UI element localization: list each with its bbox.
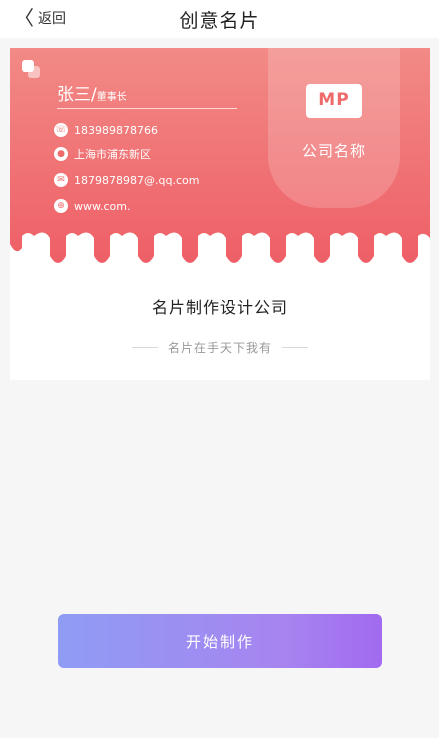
slogan-divider-left [131, 346, 158, 348]
slogan-divider-right [282, 346, 308, 348]
website-row: ⊕ www.com. [54, 198, 130, 214]
address-text: 上海市浦东新区 [74, 148, 151, 161]
globe-icon: ⊕ [54, 199, 68, 213]
start-making-label: 开始制作 [185, 632, 254, 651]
card-company-title: 名片制作设计公司 [151, 298, 288, 317]
slogan-text: 名片在手天下我有 [167, 340, 272, 355]
business-card-preview[interactable]: MP 公司名称 张三/董事长 ☏ 183989878766 ● 上海市浦东新区 … [10, 48, 430, 380]
top-nav-bar: 〈 返回 创意名片 [0, 0, 439, 38]
email-icon: ✉ [54, 173, 68, 187]
start-making-button[interactable]: 开始制作 [58, 614, 382, 668]
phone-row: ☏ 183989878766 [54, 122, 158, 138]
email-row: ✉ 1879878987@.qq.com [54, 172, 199, 188]
company-logo: MP [306, 84, 362, 118]
person-title: 董事长 [96, 92, 127, 103]
email-text: 1879878987@.qq.com [74, 173, 200, 187]
logo-panel [268, 48, 400, 208]
page-title: 创意名片 [179, 10, 260, 32]
slogan-row: 名片在手天下我有 [10, 338, 430, 356]
address-row: ● 上海市浦东新区 [54, 146, 151, 162]
phone-icon: ☏ [54, 123, 68, 137]
website-text: www.com. [74, 199, 131, 213]
name-divider [57, 108, 237, 109]
person-name-line: 张三/董事长 [57, 80, 127, 105]
person-name: 张三/ [57, 85, 97, 105]
card-corner-badge [22, 60, 34, 72]
company-name: 公司名称 [301, 142, 366, 160]
logo-text: MP [318, 90, 350, 110]
phone-text: 183989878766 [74, 123, 158, 137]
location-icon: ● [54, 147, 68, 161]
